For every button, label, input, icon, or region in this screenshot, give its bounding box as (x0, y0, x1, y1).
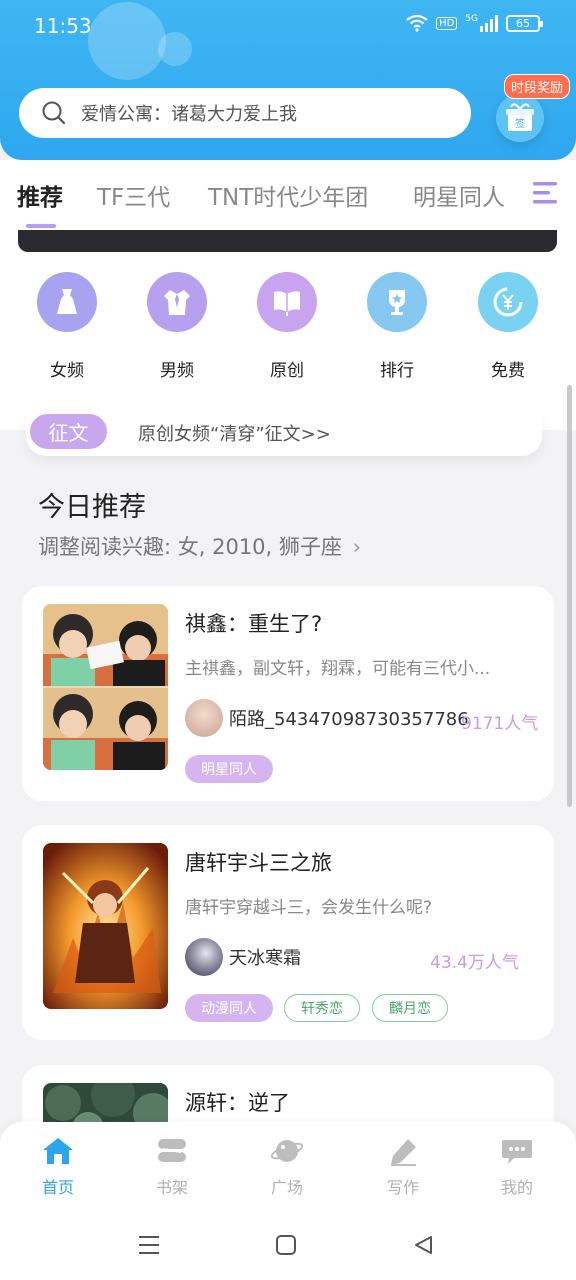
hd-icon: HD (436, 16, 458, 30)
chevron-right-icon: › (352, 535, 361, 559)
category-free[interactable]: 免费 (468, 272, 548, 381)
trophy-icon (367, 272, 427, 332)
nav-mine[interactable]: 我的 (482, 1136, 552, 1198)
nav-square[interactable]: 广场 (252, 1136, 322, 1198)
popularity-count: 43.4万人气 (430, 953, 519, 973)
network-type: 5G (465, 14, 478, 24)
book-title: 祺鑫：重生了? (185, 612, 323, 636)
nav-bookshelf[interactable]: 书架 (137, 1136, 207, 1198)
category-male[interactable]: 男频 (137, 272, 217, 381)
search-placeholder: 爱情公寓：诸葛大力爱上我 (81, 104, 297, 125)
chat-bubble-icon (502, 1140, 532, 1164)
category-label: 免费 (491, 361, 525, 381)
category-label: 原创 (270, 361, 304, 381)
genre-tag[interactable]: 麟月恋 (372, 994, 448, 1022)
back-icon[interactable] (412, 1234, 434, 1256)
system-nav (0, 1210, 576, 1280)
genre-tag[interactable]: 动漫同人 (185, 994, 273, 1022)
author-row[interactable]: 陌路_54347098730357786 (185, 699, 469, 737)
avatar (185, 699, 223, 737)
category-female[interactable]: 女频 (27, 272, 107, 381)
search-icon (42, 101, 66, 125)
category-tabs: 推荐 TF三代 TNT时代少年团 明星同人 (0, 160, 576, 230)
genre-tag[interactable]: 明星同人 (185, 755, 273, 783)
battery-icon: 65 (506, 14, 543, 32)
yen-icon (478, 272, 538, 332)
category-label: 男频 (160, 361, 194, 381)
bottom-nav: 首页 书架 广场 写作 我的 (0, 1122, 576, 1210)
header: 11:53 HD 5G 65 爱情公寓：诸葛大力爱上我 签 时段奖励 (0, 0, 576, 160)
interest-text: 调整阅读兴趣: 女, 2010, 狮子座 (38, 535, 342, 559)
tab-indicator (26, 224, 56, 228)
book-icon (257, 272, 317, 332)
book-cover (43, 843, 168, 1009)
nav-write[interactable]: 写作 (368, 1136, 438, 1198)
nav-label: 广场 (270, 1178, 303, 1197)
home-square-icon[interactable] (275, 1234, 297, 1256)
scrollbar[interactable] (567, 385, 572, 807)
search-bar[interactable]: 爱情公寓：诸葛大力爱上我 (19, 88, 471, 138)
nav-label: 首页 (41, 1178, 74, 1197)
signal-icon: 5G (465, 14, 498, 32)
nav-home[interactable]: 首页 (23, 1136, 93, 1198)
book-card[interactable]: 唐轩宇斗三之旅 唐轩宇穿越斗三，会发生什么呢? 天冰寒霜 43.4万人气 动漫同… (22, 825, 554, 1040)
tab-menu-icon[interactable] (530, 178, 560, 208)
status-bar: 11:53 HD 5G 65 (0, 0, 576, 52)
contest-text: 原创女频“清穿”征文>> (138, 424, 331, 445)
author-name: 天冰寒霜 (229, 948, 301, 969)
avatar (185, 938, 223, 976)
tab-star-fanfic[interactable]: 明星同人 (413, 178, 505, 212)
planet-icon (270, 1140, 304, 1162)
tab-tnt[interactable]: TNT时代少年团 (208, 178, 368, 212)
popularity-count: 9171人气 (461, 714, 539, 734)
gift-icon: 签 (496, 94, 544, 142)
category-ranking[interactable]: 排行 (357, 272, 437, 381)
gift-sign-text: 签 (515, 117, 525, 130)
tab-tf3[interactable]: TF三代 (97, 178, 170, 212)
reward-button[interactable]: 签 时段奖励 (492, 72, 571, 154)
bookshelf-icon (158, 1139, 186, 1162)
book-cover (43, 604, 168, 770)
dress-icon (37, 272, 97, 332)
author-name: 陌路_54347098730357786 (229, 709, 469, 730)
home-icon (43, 1138, 73, 1164)
contest-tag: 征文 (30, 414, 107, 449)
book-description: 主祺鑫，副文轩，翔霖，可能有三代小... (185, 659, 491, 679)
book-description: 唐轩宇穿越斗三，会发生什么呢? (185, 898, 433, 918)
banner[interactable] (18, 230, 557, 252)
book-card[interactable]: 祺鑫：重生了? 主祺鑫，副文轩，翔霖，可能有三代小... 陌路_54347098… (22, 586, 554, 801)
nav-label: 我的 (500, 1178, 533, 1197)
interest-adjust-link[interactable]: 调整阅读兴趣: 女, 2010, 狮子座 › (38, 531, 361, 561)
contest-notice[interactable]: 征文 原创女频“清穿”征文>> (26, 410, 542, 456)
clock: 11:53 (34, 14, 92, 38)
book-title: 源轩：逆了 (185, 1091, 290, 1115)
nav-label: 写作 (386, 1178, 419, 1197)
tab-recommend[interactable]: 推荐 (17, 178, 63, 212)
section-title: 今日推荐 (38, 492, 146, 523)
category-label: 女频 (50, 361, 84, 381)
wifi-icon (406, 14, 428, 32)
pen-icon (391, 1139, 416, 1166)
menu-icon[interactable] (137, 1234, 161, 1256)
shirt-icon (147, 272, 207, 332)
reward-badge: 时段奖励 (504, 74, 571, 99)
nav-label: 书架 (155, 1178, 188, 1197)
genre-tag[interactable]: 轩秀恋 (284, 994, 360, 1022)
book-title: 唐轩宇斗三之旅 (185, 851, 332, 875)
category-label: 排行 (380, 361, 414, 381)
category-original[interactable]: 原创 (247, 272, 327, 381)
author-row[interactable]: 天冰寒霜 (185, 938, 301, 976)
